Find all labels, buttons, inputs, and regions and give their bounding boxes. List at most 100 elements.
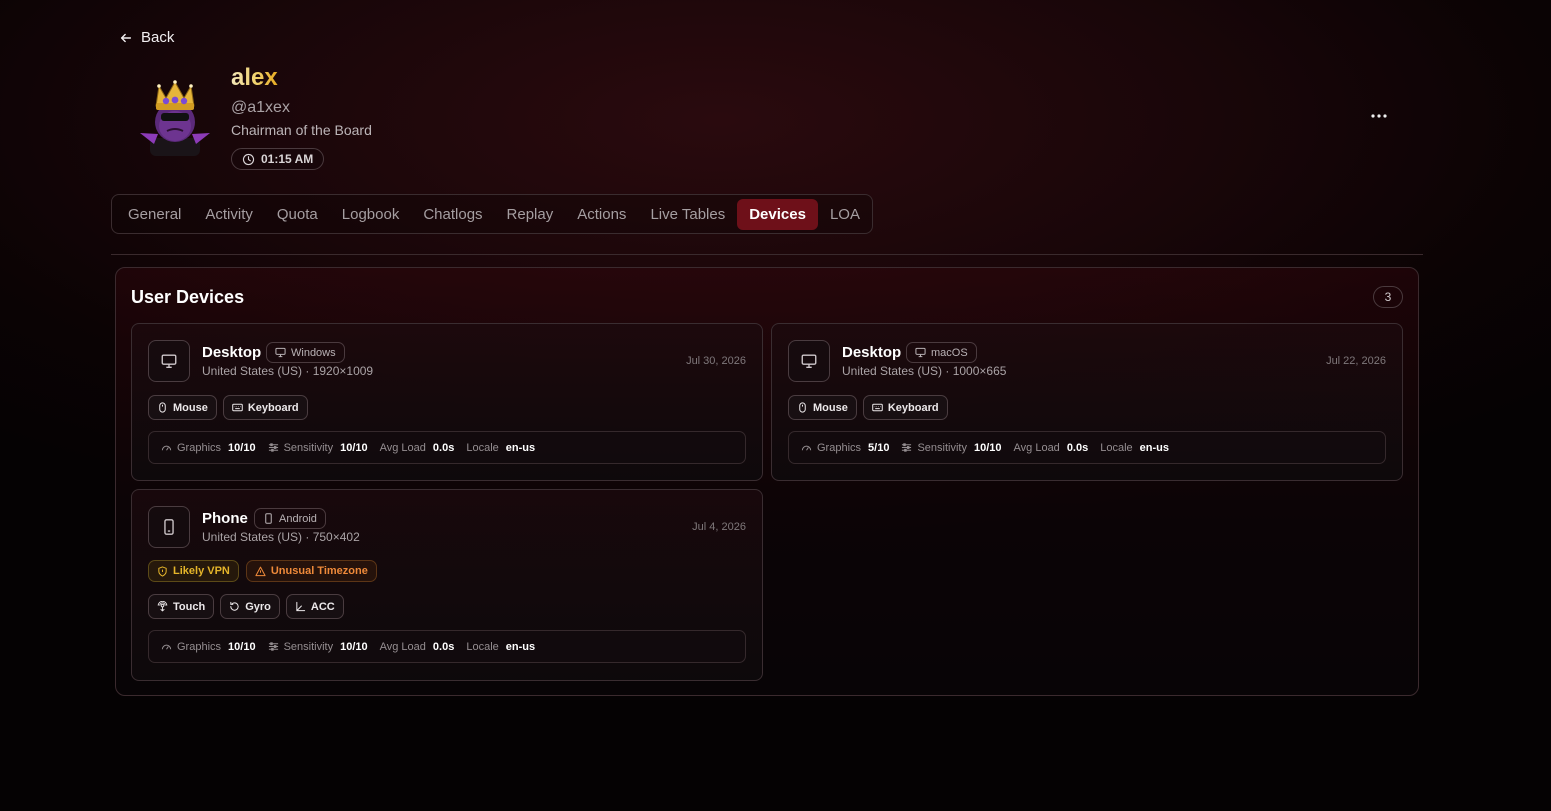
os-badge: Windows bbox=[266, 342, 345, 363]
user-devices-panel: User Devices 3 Desktop Windows United St… bbox=[115, 267, 1419, 696]
stat-label: Sensitivity bbox=[283, 441, 334, 454]
os-label: Android bbox=[279, 512, 317, 525]
panel-title: User Devices bbox=[131, 287, 245, 307]
sliders-icon bbox=[268, 642, 278, 651]
os-badge: Android bbox=[254, 508, 326, 529]
tab-live-tables[interactable]: Live Tables bbox=[638, 199, 737, 230]
stat-label: Avg Load bbox=[379, 441, 426, 454]
input-label: Mouse bbox=[173, 401, 208, 414]
stat-label: Graphics bbox=[177, 640, 222, 653]
gauge-icon bbox=[801, 445, 812, 451]
device-card[interactable]: Phone Android United States (US) · 750×4… bbox=[131, 489, 763, 681]
section-divider bbox=[111, 254, 1423, 255]
device-date: Jul 4, 2026 bbox=[692, 521, 746, 533]
stat-value: 0.0s bbox=[432, 640, 455, 653]
stat-value: 10/10 bbox=[340, 640, 368, 653]
flag-label: Likely VPN bbox=[173, 565, 230, 577]
stat-value: 0.0s bbox=[432, 441, 455, 454]
device-date: Jul 22, 2026 bbox=[1326, 355, 1386, 367]
rotate-icon bbox=[230, 601, 239, 611]
stat-label: Avg Load bbox=[379, 640, 426, 653]
tab-replay[interactable]: Replay bbox=[495, 199, 566, 230]
tab-quota[interactable]: Quota bbox=[265, 199, 330, 230]
device-card[interactable]: Desktop macOS United States (US) · 1000×… bbox=[771, 323, 1403, 481]
device-card[interactable]: Desktop Windows United States (US) · 192… bbox=[131, 323, 763, 481]
monitor-icon bbox=[788, 340, 830, 382]
sliders-icon bbox=[268, 443, 278, 452]
input-chip-gyro: Gyro bbox=[220, 594, 280, 619]
device-date: Jul 30, 2026 bbox=[686, 355, 746, 367]
local-time-text: 01:15 AM bbox=[261, 152, 314, 166]
back-button[interactable]: Back bbox=[119, 29, 174, 46]
more-options-button[interactable] bbox=[1366, 104, 1392, 128]
sliders-icon bbox=[902, 443, 912, 452]
stat-value: en-us bbox=[505, 441, 536, 454]
stat-avg-load: Avg Load 0.0s bbox=[1014, 442, 1089, 454]
input-label: Mouse bbox=[813, 401, 848, 414]
input-label: Gyro bbox=[245, 600, 271, 613]
monitor-icon bbox=[275, 347, 286, 358]
profile-tabs: General Activity Quota Logbook Chatlogs … bbox=[111, 194, 873, 234]
device-type: Desktop bbox=[202, 344, 262, 361]
stat-label: Avg Load bbox=[1013, 441, 1060, 454]
gauge-icon bbox=[161, 445, 172, 451]
stat-value: 10/10 bbox=[228, 441, 256, 454]
input-label: Keyboard bbox=[247, 401, 299, 414]
tab-general[interactable]: General bbox=[116, 199, 193, 230]
stat-value: 0.0s bbox=[1066, 441, 1089, 454]
stat-value: en-us bbox=[1139, 441, 1169, 454]
os-badge: macOS bbox=[906, 342, 977, 363]
input-chip-touch: Touch bbox=[148, 594, 215, 619]
device-type: Desktop bbox=[842, 344, 902, 361]
device-type: Phone bbox=[202, 510, 248, 527]
stat-graphics: Graphics 5/10 bbox=[801, 442, 889, 454]
input-methods: Mouse Keyboard bbox=[788, 395, 948, 420]
arrow-left-icon bbox=[120, 33, 132, 42]
input-label: Touch bbox=[173, 600, 206, 613]
device-stats: Graphics 5/10 Sensitivity 10/10 Avg Load 0.… bbox=[788, 431, 1386, 464]
stat-label: Locale bbox=[466, 441, 499, 454]
tab-chatlogs[interactable]: Chatlogs bbox=[411, 199, 494, 230]
input-label: Keyboard bbox=[887, 401, 939, 414]
input-methods: Touch Gyro ACC bbox=[148, 594, 344, 619]
stat-value: 5/10 bbox=[868, 441, 890, 454]
stat-graphics: Graphics 10/10 bbox=[161, 442, 256, 454]
shield-icon bbox=[158, 565, 167, 577]
flag-unusual-timezone: Unusual Timezone bbox=[245, 560, 377, 582]
stat-sensitivity: Sensitivity 10/10 bbox=[901, 441, 1002, 454]
input-chip-keyboard: Keyboard bbox=[222, 395, 308, 420]
input-chip-acc: ACC bbox=[285, 594, 344, 619]
device-location-resolution: United States (US) · 750×402 bbox=[202, 530, 360, 544]
keyboard-icon bbox=[872, 403, 883, 412]
mouse-icon bbox=[159, 402, 166, 413]
tab-loa[interactable]: LOA bbox=[818, 199, 872, 230]
tab-devices[interactable]: Devices bbox=[737, 198, 818, 230]
stat-sensitivity: Sensitivity 10/10 bbox=[268, 442, 368, 454]
stat-value: 10/10 bbox=[340, 441, 368, 454]
stat-label: Locale bbox=[1100, 441, 1133, 454]
stat-label: Sensitivity bbox=[917, 441, 967, 454]
device-stats: Graphics 10/10 Sensitivity 10/10 Avg Load 0… bbox=[148, 431, 746, 464]
gauge-icon bbox=[161, 644, 172, 650]
tab-activity[interactable]: Activity bbox=[193, 199, 265, 230]
avatar bbox=[140, 80, 210, 156]
clock-icon bbox=[242, 153, 255, 165]
flag-likely-vpn: Likely VPN bbox=[148, 560, 239, 582]
device-location-resolution: United States (US) · 1000×665 bbox=[842, 364, 1007, 378]
ellipsis-icon bbox=[1371, 114, 1387, 118]
stat-value: 10/10 bbox=[973, 441, 1002, 454]
stat-label: Graphics bbox=[177, 441, 222, 454]
stat-label: Locale bbox=[466, 640, 499, 653]
smartphone-icon bbox=[148, 506, 190, 548]
warning-icon bbox=[255, 566, 266, 576]
flag-label: Unusual Timezone bbox=[270, 565, 368, 577]
os-label: macOS bbox=[931, 346, 968, 359]
tab-logbook[interactable]: Logbook bbox=[330, 199, 412, 230]
stat-sensitivity: Sensitivity 10/10 bbox=[268, 641, 368, 653]
axis-icon bbox=[296, 601, 306, 612]
tab-actions[interactable]: Actions bbox=[565, 199, 638, 230]
stat-avg-load: Avg Load 0.0s bbox=[380, 641, 455, 653]
profile-name: alex bbox=[231, 64, 278, 91]
monitor-icon bbox=[148, 340, 190, 382]
stat-locale: Locale en-us bbox=[1100, 442, 1169, 454]
